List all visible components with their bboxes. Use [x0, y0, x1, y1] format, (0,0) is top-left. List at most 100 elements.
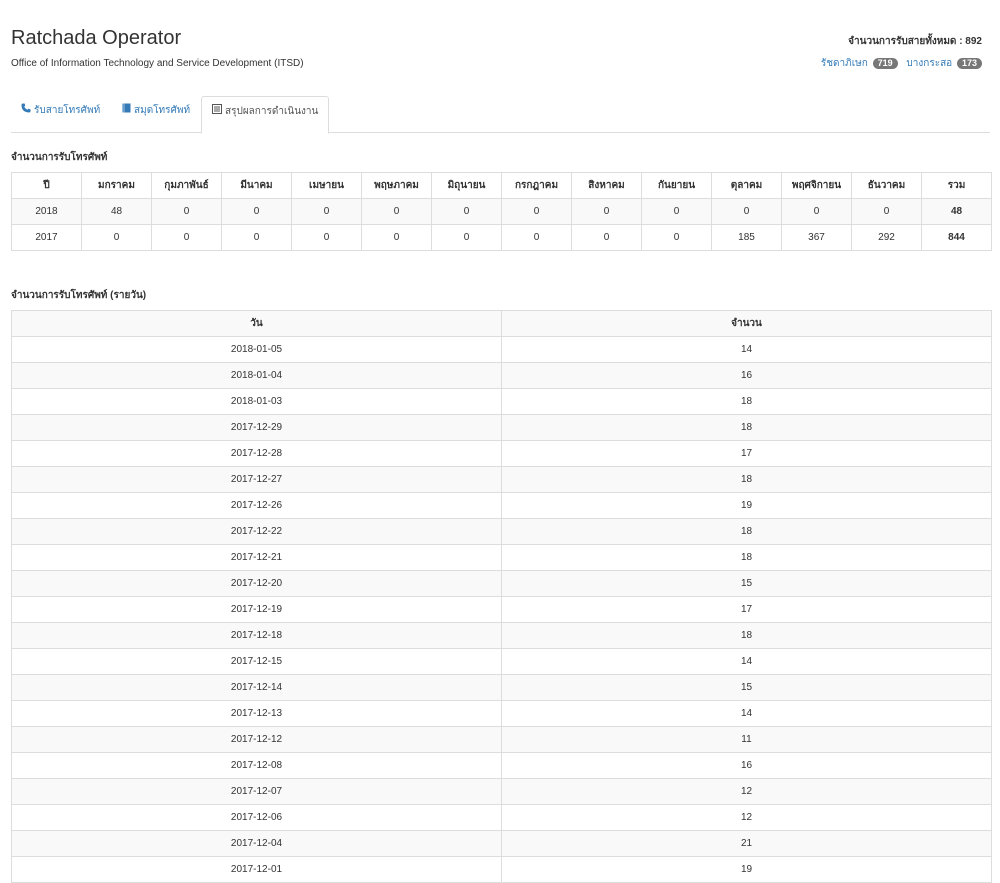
table-cell: 2017-12-19: [11, 596, 502, 623]
table-row: 2017-12-22 18: [11, 518, 992, 545]
table-row: 2018-01-05 14: [11, 336, 992, 363]
table-cell: 2017: [11, 224, 82, 251]
table-cell: 15: [501, 570, 992, 597]
table-row: 2018 48 0 0 0 0 0 0 0 0 0 0 0 48: [11, 198, 992, 225]
table-cell: 0: [431, 198, 502, 225]
table-cell: 2017-12-04: [11, 830, 502, 857]
table-cell: 2017-12-07: [11, 778, 502, 805]
table-row: 2017-12-27 18: [11, 466, 992, 493]
daily-section-title: จำนวนการรับโทรศัพท์ (รายวัน): [11, 290, 147, 301]
table-cell: 48: [81, 198, 152, 225]
page: Ratchada Operator Office of Information …: [0, 0, 1000, 883]
table-cell: 17: [501, 440, 992, 467]
column-header: ธันวาคม: [851, 172, 922, 199]
monthly-calls-table: ปี มกราคม กุมภาพันธ์ มีนาคม เมษายน พฤษภา…: [11, 172, 992, 251]
table-cell: 14: [501, 700, 992, 727]
table-cell: 185: [711, 224, 782, 251]
column-header: มิถุนายน: [431, 172, 502, 199]
table-row: 2017-12-18 18: [11, 622, 992, 649]
column-header: กุมภาพันธ์: [151, 172, 222, 199]
site-link-ratchada[interactable]: รัชดาภิเษก 719: [821, 58, 901, 69]
daily-calls-table: วัน จำนวน 2018-01-05 14 2018-01-04 16 2018-0…: [11, 310, 992, 883]
table-row: 2018-01-04 16: [11, 362, 992, 389]
table-cell: 0: [711, 198, 782, 225]
table-cell: 11: [501, 726, 992, 753]
table-row: 2017-12-01 19: [11, 856, 992, 883]
total-calls-label: จำนวนการรับสายทั้งหมด : 892: [848, 36, 982, 47]
app-subtitle: Office of Information Technology and Ser…: [11, 58, 304, 69]
table-cell: 2017-12-06: [11, 804, 502, 831]
table-row: 2017-12-08 16: [11, 752, 992, 779]
table-cell: 0: [501, 198, 572, 225]
table-cell: 2018-01-03: [11, 388, 502, 415]
tab-label: สรุปผลการดำเนินงาน: [225, 106, 319, 117]
column-header: มีนาคม: [221, 172, 292, 199]
table-cell: 2017-12-13: [11, 700, 502, 727]
table-cell: 0: [641, 224, 712, 251]
table-cell: 2017-12-21: [11, 544, 502, 571]
table-cell: 0: [431, 224, 502, 251]
table-cell: 2018: [11, 198, 82, 225]
table-cell: 2017-12-28: [11, 440, 502, 467]
table-cell: 2018-01-05: [11, 336, 502, 363]
table-cell: 21: [501, 830, 992, 857]
tab-phone-book[interactable]: สมุดโทรศัพท์: [112, 96, 200, 133]
table-row: 2018-01-03 18: [11, 388, 992, 415]
table-cell: 2017-12-29: [11, 414, 502, 441]
table-cell: 2017-12-27: [11, 466, 502, 493]
table-cell: 2017-12-15: [11, 648, 502, 675]
table-cell: 16: [501, 752, 992, 779]
site-link-bangkrasor[interactable]: บางกระสอ 173: [906, 58, 982, 69]
table-cell: 0: [221, 224, 292, 251]
table-row: 2017-12-13 14: [11, 700, 992, 727]
table-cell: 292: [851, 224, 922, 251]
table-cell: 48: [921, 198, 992, 225]
table-cell: 19: [501, 492, 992, 519]
table-cell: 2017-12-26: [11, 492, 502, 519]
list-icon: [212, 97, 222, 127]
table-row: 2017-12-29 18: [11, 414, 992, 441]
table-cell: 18: [501, 466, 992, 493]
table-cell: 18: [501, 388, 992, 415]
table-cell: 14: [501, 648, 992, 675]
column-header: เมษายน: [291, 172, 362, 199]
table-cell: 0: [291, 198, 362, 225]
table-cell: 367: [781, 224, 852, 251]
table-cell: 0: [571, 224, 642, 251]
table-row: 2017-12-28 17: [11, 440, 992, 467]
column-header: ปี: [11, 172, 82, 199]
table-cell: 2017-12-18: [11, 622, 502, 649]
table-cell: 2017-12-01: [11, 856, 502, 883]
site-counts: รัชดาภิเษก 719 บางกระสอ 173: [815, 56, 982, 71]
app-title: Ratchada Operator: [11, 27, 182, 49]
tab-receive-calls[interactable]: รับสายโทรศัพท์: [11, 96, 110, 133]
book-icon: [122, 96, 131, 126]
column-header: สิงหาคม: [571, 172, 642, 199]
table-row: 2017-12-15 14: [11, 648, 992, 675]
table-cell: 0: [781, 198, 852, 225]
table-cell: 2017-12-08: [11, 752, 502, 779]
phone-icon: [21, 96, 31, 126]
table-cell: 0: [501, 224, 572, 251]
table-cell: 2017-12-22: [11, 518, 502, 545]
column-header: พฤศจิกายน: [781, 172, 852, 199]
table-cell: 2017-12-12: [11, 726, 502, 753]
table-cell: 0: [151, 224, 222, 251]
table-cell: 12: [501, 778, 992, 805]
column-header: พฤษภาคม: [361, 172, 432, 199]
table-row: 2017-12-07 12: [11, 778, 992, 805]
table-cell: 2017-12-14: [11, 674, 502, 701]
header: Ratchada Operator Office of Information …: [11, 0, 990, 88]
table-row: 2017-12-06 12: [11, 804, 992, 831]
table-cell: 2017-12-20: [11, 570, 502, 597]
table-row: 2017 0 0 0 0 0 0 0 0 0 185 367 292 844: [11, 224, 992, 251]
monthly-section-title: จำนวนการรับโทรศัพท์: [11, 152, 108, 163]
table-row: 2017-12-20 15: [11, 570, 992, 597]
table-cell: 14: [501, 336, 992, 363]
table-cell: 12: [501, 804, 992, 831]
column-header: รวม: [921, 172, 992, 199]
table-header-row: วัน จำนวน: [11, 310, 992, 337]
table-cell: 18: [501, 622, 992, 649]
tab-performance-summary[interactable]: สรุปผลการดำเนินงาน: [201, 96, 330, 134]
table-row: 2017-12-26 19: [11, 492, 992, 519]
